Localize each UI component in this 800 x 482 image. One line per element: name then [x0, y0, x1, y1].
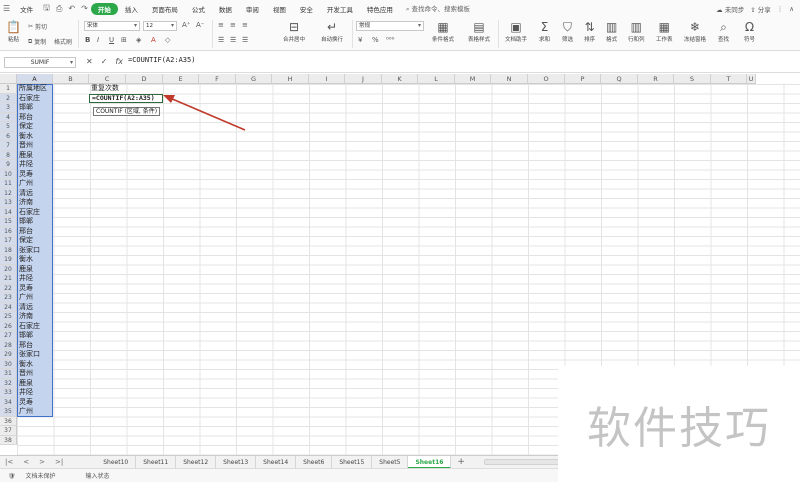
- sheet-tab-sheet5[interactable]: Sheet5: [372, 455, 409, 469]
- sheet-tabs: Sheet10 Sheet11 Sheet12 Sheet13 Sheet14 Sheet…: [96, 455, 452, 469]
- next-sheet-icon[interactable]: >: [34, 458, 50, 466]
- first-sheet-icon[interactable]: |<: [0, 458, 18, 466]
- add-sheet-button[interactable]: +: [451, 457, 471, 467]
- sheet-tab-sheet15[interactable]: Sheet15: [332, 455, 373, 469]
- prev-sheet-icon[interactable]: <: [18, 458, 34, 466]
- sheet-tab-sheet11[interactable]: Sheet11: [136, 455, 177, 469]
- watermark: 软件技巧: [558, 366, 800, 482]
- sheet-tab-sheet6[interactable]: Sheet6: [296, 455, 333, 469]
- last-sheet-icon[interactable]: >|: [50, 458, 68, 466]
- sheet-tab-sheet10[interactable]: Sheet10: [96, 455, 137, 469]
- sheet-tab-sheet14[interactable]: Sheet14: [256, 455, 297, 469]
- sheet-tab-sheet12[interactable]: Sheet12: [176, 455, 217, 469]
- arrow-line: [169, 97, 246, 131]
- protect-label: 文档未保护: [25, 473, 56, 480]
- sheet-tab-sheet16[interactable]: Sheet16: [408, 455, 452, 469]
- sheet-tab-sheet13[interactable]: Sheet13: [216, 455, 257, 469]
- protect-status[interactable]: 🛡 文档未保护: [8, 471, 56, 480]
- mode-status: 输入状态: [85, 473, 110, 480]
